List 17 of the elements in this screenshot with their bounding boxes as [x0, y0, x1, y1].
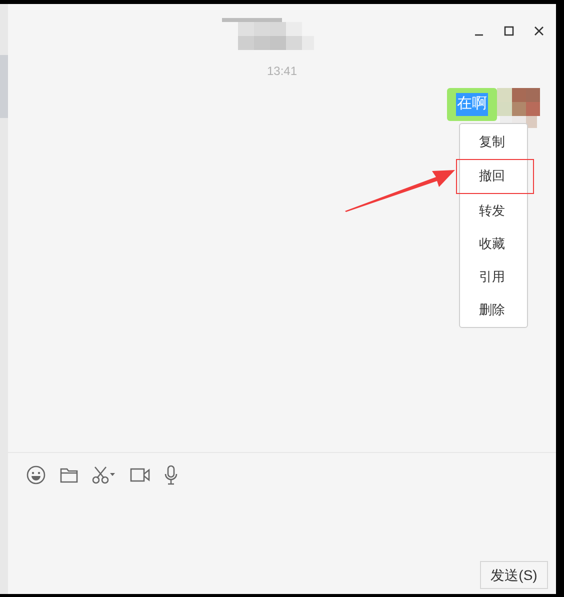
message-text: 在啊 [456, 93, 488, 116]
folder-icon[interactable] [60, 467, 78, 483]
menu-item[interactable]: 引用 [460, 260, 527, 293]
menu-item[interactable]: 复制 [460, 125, 527, 158]
menu-item[interactable]: 收藏 [460, 227, 527, 260]
emoji-icon[interactable] [26, 465, 46, 485]
sidebar-edge [0, 55, 8, 118]
close-icon[interactable] [534, 26, 544, 36]
menu-item[interactable]: 转发 [460, 194, 527, 227]
send-button[interactable]: 发送(S) [480, 561, 548, 589]
maximize-icon[interactable] [504, 26, 514, 36]
menu-item[interactable]: 删除 [460, 293, 527, 326]
microphone-icon[interactable] [164, 465, 178, 485]
timestamp: 13:41 [266, 63, 298, 80]
scissors-icon[interactable] [92, 466, 116, 484]
menu-item[interactable]: 撤回 [457, 160, 533, 192]
video-camera-icon[interactable] [130, 468, 150, 482]
